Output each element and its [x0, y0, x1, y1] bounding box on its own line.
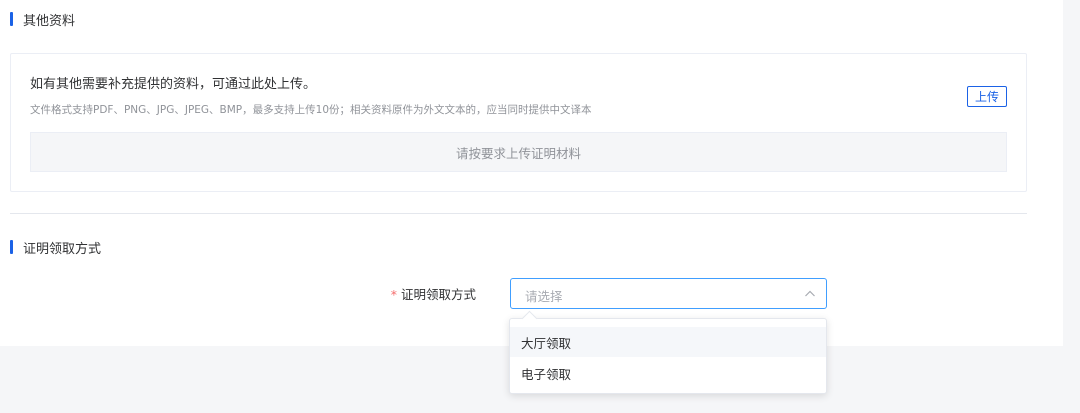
- section-collection-method: 证明领取方式: [10, 239, 102, 257]
- main-card: 其他资料 如有其他需要补充提供的资料，可通过此处上传。 文件格式支持PDF、PN…: [0, 0, 1063, 346]
- dropdown-option-hall[interactable]: 大厅领取: [510, 327, 826, 357]
- upload-panel: 如有其他需要补充提供的资料，可通过此处上传。 文件格式支持PDF、PNG、JPG…: [10, 53, 1027, 192]
- collection-method-label: * 证明领取方式: [380, 284, 476, 303]
- collection-method-dropdown: 大厅领取 电子领取: [509, 310, 827, 394]
- section-accent-bar: [10, 240, 13, 254]
- right-gutter: [1063, 0, 1080, 413]
- section-divider: [10, 213, 1027, 214]
- chevron-up-icon[interactable]: [804, 288, 816, 300]
- section-title-text: 证明领取方式: [23, 241, 102, 257]
- upload-dropzone[interactable]: 请按要求上传证明材料: [30, 132, 1007, 172]
- upload-heading: 如有其他需要补充提供的资料，可通过此处上传。: [30, 77, 317, 92]
- upload-button[interactable]: 上传: [967, 86, 1007, 107]
- collection-method-select[interactable]: 请选择: [510, 278, 827, 309]
- section-title-text: 其他资料: [23, 13, 76, 29]
- select-placeholder: 请选择: [525, 289, 563, 304]
- upload-hint: 文件格式支持PDF、PNG、JPG、JPEG、BMP，最多支持上传10份；相关资…: [30, 104, 592, 116]
- field-label-text: 证明领取方式: [400, 287, 476, 302]
- dropdown-option-electronic[interactable]: 电子领取: [510, 358, 826, 388]
- section-other-materials: 其他资料: [10, 11, 76, 29]
- section-accent-bar: [10, 12, 13, 26]
- required-mark: *: [390, 287, 397, 302]
